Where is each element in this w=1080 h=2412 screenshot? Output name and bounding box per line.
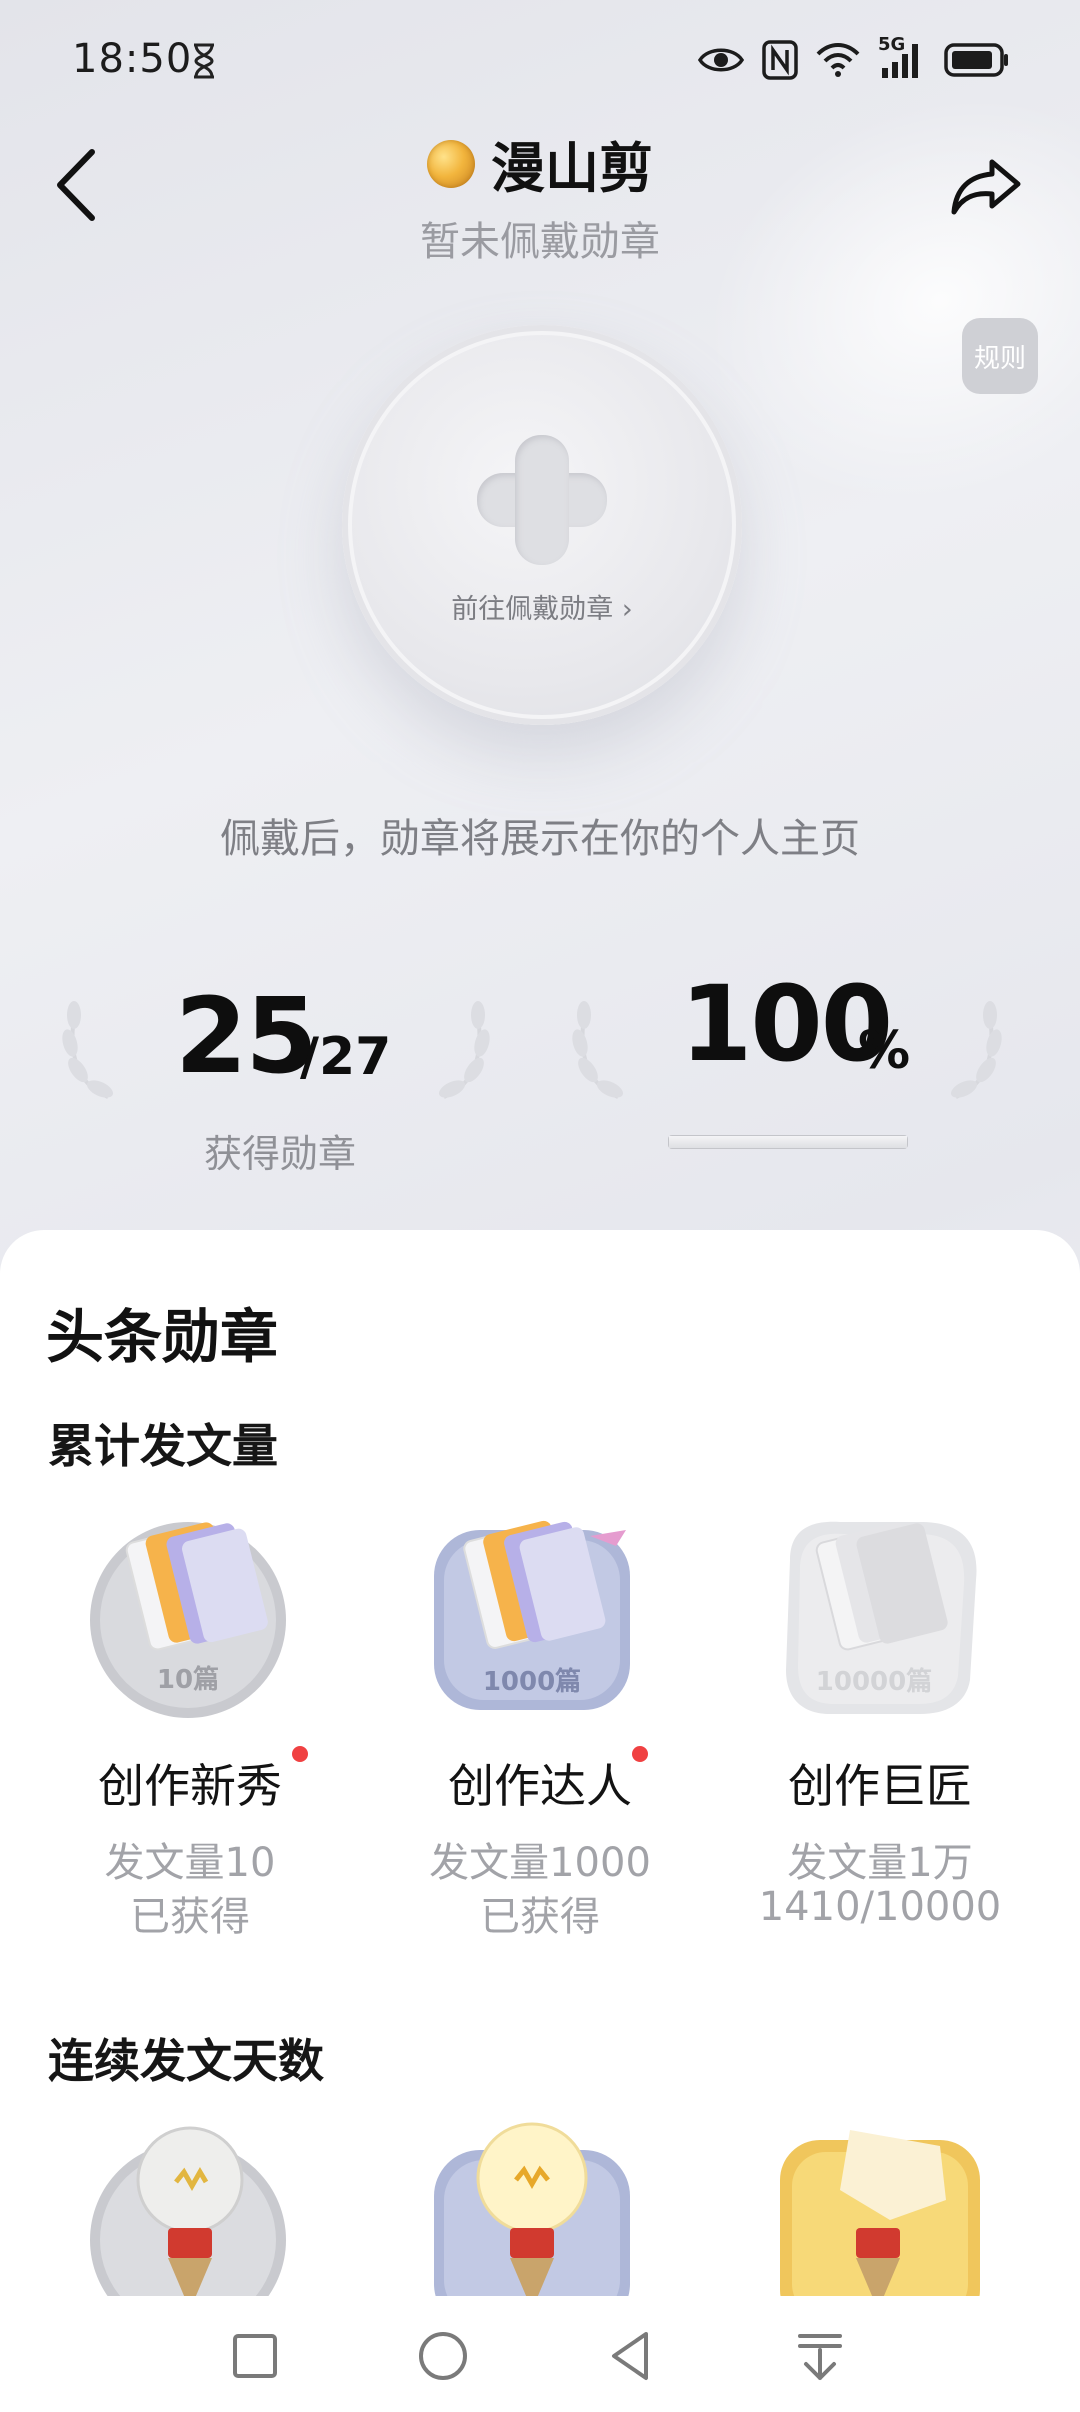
- status-time: 18:50: [72, 36, 193, 82]
- lightbulb-badge-silver-icon: [90, 2126, 286, 2300]
- badge-card-streak-silver[interactable]: [0, 2110, 340, 2300]
- badge-level-label: 1000篇: [483, 1666, 581, 1697]
- section-title-post-count: 累计发文量: [48, 1419, 278, 1473]
- section-title-consecutive-days: 连续发文天数: [48, 2034, 324, 2088]
- completion-stat: 100 %: [560, 963, 1030, 1175]
- badge-status: 1410/10000: [758, 1884, 1002, 1930]
- notebook-badge-locked-icon: 10000篇: [786, 1521, 977, 1714]
- badge-card-creator-rookie[interactable]: 10篇 创作新秀 发文量10 已获得: [0, 1500, 340, 1960]
- completion-progress-bar: [668, 1135, 908, 1149]
- nfc-icon: [762, 40, 798, 80]
- completion-progress-fill: [668, 1135, 908, 1149]
- square-icon[interactable]: [225, 2326, 285, 2386]
- system-nav-bar: [0, 2296, 1080, 2412]
- share-icon: [951, 159, 1021, 215]
- rules-button[interactable]: 规则: [962, 318, 1038, 394]
- badge-card-creator-master[interactable]: 10000篇 创作巨匠 发文量1万 1410/10000: [690, 1500, 1030, 1960]
- earned-stat: 25 /27 获得勋章: [60, 975, 500, 1176]
- eye-icon: [698, 48, 744, 72]
- new-badge-dot: [292, 1746, 308, 1762]
- download-arrow-icon[interactable]: [790, 2326, 850, 2386]
- lightbulb-badge-blue-icon: [434, 2122, 630, 2300]
- page-title: 漫山剪: [491, 137, 653, 200]
- signal-icon: 5G: [878, 34, 926, 80]
- circle-icon[interactable]: [413, 2326, 473, 2386]
- page-subtitle: 暂未佩戴勋章: [420, 219, 660, 265]
- new-badge-dot: [632, 1746, 648, 1762]
- battery-icon: [944, 43, 1008, 77]
- hourglass-icon: [194, 43, 214, 79]
- laurel-left-icon: [62, 1001, 114, 1099]
- status-icons: 5G: [698, 34, 1010, 82]
- badge-description: 发文量1万: [787, 1840, 973, 1886]
- badge-description: 发文量1000: [429, 1840, 651, 1886]
- badge-level-label: 10篇: [157, 1664, 219, 1695]
- share-button[interactable]: [940, 140, 1030, 230]
- laurel-right-icon: [438, 1001, 490, 1099]
- badge-description: 发文量10: [104, 1840, 276, 1886]
- badges-sheet: 头条勋章 累计发文量 10篇 创作新秀 发文量10 已获得 1000篇 创作达人…: [0, 1230, 1080, 2300]
- medal-hint-text: 佩戴后，勋章将展示在你的个人主页: [220, 816, 860, 862]
- badge-status: 已获得: [130, 1894, 250, 1940]
- triangle-back-icon[interactable]: [602, 2326, 662, 2386]
- plus-icon: [477, 435, 607, 565]
- laurel-left-icon: [572, 1001, 624, 1099]
- percent-sign: %: [858, 1021, 911, 1081]
- app-root: 18:50 5G 漫山剪 暂未佩戴勋章 规则 前往佩戴勋章 › 佩戴后，勋章将展…: [0, 0, 1080, 2412]
- earned-count: 25: [175, 975, 318, 1097]
- badge-grid-post-count: 10篇 创作新秀 发文量10 已获得 1000篇 创作达人 发文量1000 已获…: [0, 1500, 1080, 1960]
- header-title-area: 漫山剪 暂未佩戴勋章: [0, 124, 1080, 267]
- total-count: /27: [300, 1027, 392, 1087]
- laurel-right-icon: [950, 1001, 1002, 1099]
- sheet-title: 头条勋章: [46, 1303, 279, 1371]
- badge-name: 创作新秀: [98, 1759, 282, 1813]
- status-bar: 18:50 5G: [0, 0, 1080, 120]
- wifi-icon: [816, 43, 860, 77]
- notebook-badge-silver-icon: 10篇: [90, 1522, 286, 1718]
- earned-label: 获得勋章: [203, 1132, 356, 1176]
- badge-name: 创作巨匠: [788, 1759, 972, 1813]
- badge-grid-consecutive-days: [0, 2110, 1080, 2300]
- avatar[interactable]: [427, 139, 475, 188]
- badge-name: 创作达人: [448, 1759, 632, 1813]
- badge-card-creator-expert[interactable]: 1000篇 创作达人 发文量1000 已获得: [350, 1500, 690, 1960]
- badge-card-streak-gold[interactable]: [690, 2110, 1030, 2300]
- lightbulb-badge-gold-icon: [780, 2130, 980, 2300]
- badge-level-label: 10000篇: [816, 1666, 932, 1697]
- wear-medal-slot[interactable]: 前往佩戴勋章 ›: [342, 325, 742, 725]
- goto-wear-medal-link[interactable]: 前往佩戴勋章 ›: [342, 587, 742, 626]
- badge-status: 已获得: [480, 1894, 600, 1940]
- notebook-badge-blue-icon: 1000篇: [434, 1520, 630, 1710]
- badge-card-streak-blue[interactable]: [350, 2110, 690, 2300]
- title-row: 漫山剪: [427, 124, 653, 203]
